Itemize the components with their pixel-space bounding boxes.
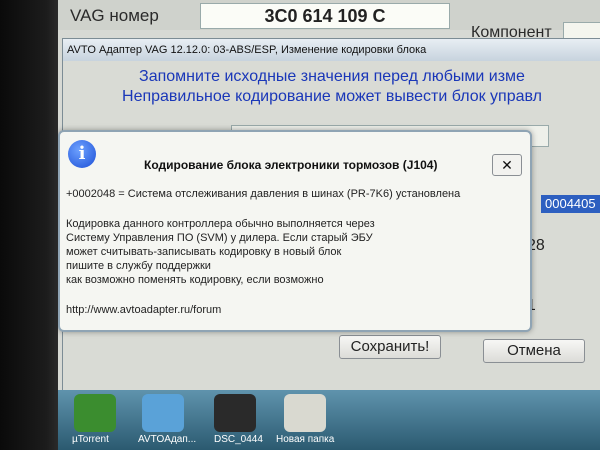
avtoadapter-icon[interactable]	[142, 394, 184, 432]
folder-icon[interactable]	[284, 394, 326, 432]
message-line-6: как возможно поменять кодировку, если во…	[66, 274, 324, 286]
warning-line-1: Запомните исходные значения перед любыми…	[139, 68, 525, 85]
vag-number-field[interactable]: 3C0 614 109 C	[200, 3, 450, 29]
message-title: Кодирование блока электроники тормозов (…	[144, 158, 438, 172]
message-forum-link[interactable]: http://www.avtoadapter.ru/forum	[66, 304, 221, 316]
close-button[interactable]: ✕	[492, 154, 522, 176]
desktop-screen: VAG номер 3C0 614 109 C Компонент AVTO А…	[58, 0, 600, 450]
taskbar-label-folder[interactable]: Новая папка	[276, 434, 334, 445]
taskbar-label-photo[interactable]: DSC_0444	[214, 434, 263, 445]
monitor-bezel	[0, 0, 58, 450]
info-message-dialog: i Кодирование блока электроники тормозов…	[58, 130, 532, 332]
message-line-4: может считывать-записывать кодировку в н…	[66, 246, 342, 258]
coding-window-title: AVTO Адаптер VAG 12.12.0: 03-ABS/ESP, Из…	[63, 39, 600, 61]
utorrent-icon[interactable]	[74, 394, 116, 432]
message-line-3: Систему Управления ПО (SVM) у дилера. Ес…	[66, 232, 373, 244]
warning-line-2: Неправильное кодирование может вывести б…	[122, 88, 542, 105]
taskbar-label-avtoadapter[interactable]: AVTOАдап...	[138, 434, 196, 445]
message-line-1: +0002048 = Система отслеживания давления…	[66, 188, 461, 200]
message-line-5: пишите в службу поддержки	[66, 260, 211, 272]
save-button[interactable]: Сохранить!	[339, 335, 441, 359]
taskbar-label-utorrent[interactable]: µTorrent	[72, 434, 109, 445]
message-line-2: Кодировка данного контроллера обычно вып…	[66, 218, 375, 230]
coding-hex-value[interactable]: 0004405	[541, 195, 600, 213]
taskbar: µTorrent AVTOАдап... DSC_0444 Новая папк…	[58, 390, 600, 450]
photo-icon[interactable]	[214, 394, 256, 432]
coding-warning: Запомните исходные значения перед любыми…	[63, 67, 600, 107]
cancel-button[interactable]: Отмена	[483, 339, 585, 363]
vag-number-label: VAG номер	[70, 6, 159, 25]
info-icon: i	[68, 140, 96, 168]
